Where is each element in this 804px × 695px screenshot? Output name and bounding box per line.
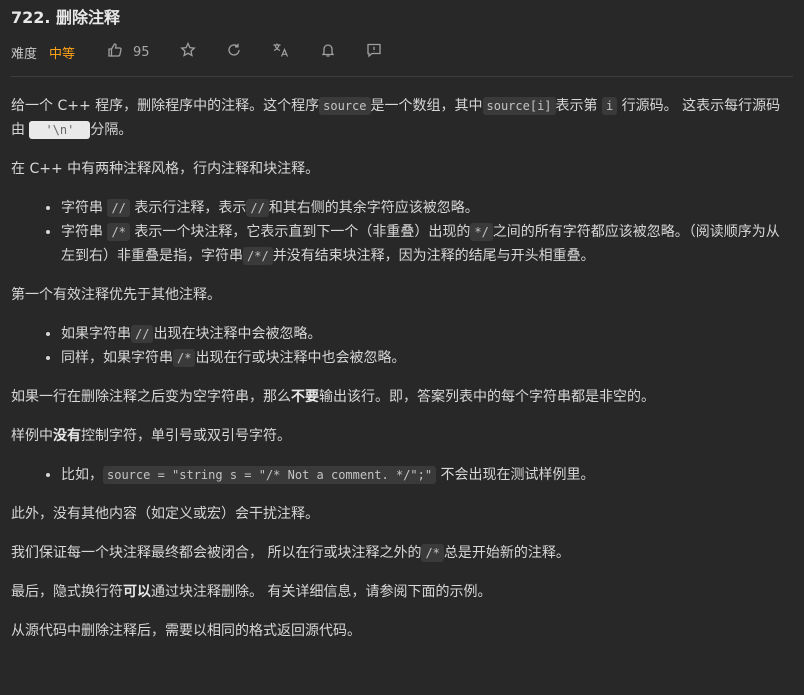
list-item: 字符串 // 表示行注释，表示//和其右侧的其余字符应该被忽略。 bbox=[61, 196, 793, 220]
list-item: 同样，如果字符串/*出现在行或块注释中也会被忽略。 bbox=[61, 346, 793, 370]
text: 给一个 C++ 程序，删除程序中的注释。这个程序 bbox=[11, 98, 320, 114]
inline-code: // bbox=[131, 325, 154, 343]
paragraph-intro: 给一个 C++ 程序，删除程序中的注释。这个程序 source 是一个数组，其中 so… bbox=[11, 94, 793, 142]
inline-code: /* bbox=[173, 349, 196, 367]
inline-code: '\n' bbox=[29, 121, 91, 139]
difficulty-label: 难度 bbox=[11, 46, 38, 62]
reset-button[interactable] bbox=[226, 42, 242, 62]
problem-page: 722. 删除注释 难度 中等 95 给一个 C++ 程序，删除程序中的注释。这… bbox=[0, 0, 804, 643]
translate-icon bbox=[272, 42, 290, 62]
difficulty-badge: 中等 bbox=[49, 46, 76, 62]
text: 同样，如果字符串 bbox=[61, 350, 173, 366]
paragraph: 如果一行在删除注释之后变为空字符串，那么不要输出该行。即，答案列表中的每个字符串… bbox=[11, 385, 793, 409]
paragraph: 样例中没有控制字符，单引号或双引号字符。 bbox=[11, 424, 793, 448]
inline-code: /* bbox=[421, 544, 444, 562]
inline-code: /* bbox=[107, 223, 130, 241]
text: 如果一行在删除注释之后变为空字符串，那么 bbox=[11, 389, 291, 405]
thumbs-up-icon bbox=[107, 42, 123, 62]
bold-text: 不要 bbox=[291, 389, 319, 405]
bold-text: 可以 bbox=[123, 584, 151, 600]
text: 样例中 bbox=[11, 428, 53, 444]
text: 比如， bbox=[61, 467, 103, 483]
text: 表示一个块注释，它表示直到下一个（非重叠）出现的 bbox=[134, 224, 471, 240]
text: 最后，隐式换行符 bbox=[11, 584, 123, 600]
text: 是一个数组，其中 bbox=[370, 98, 483, 114]
problem-description: 给一个 C++ 程序，删除程序中的注释。这个程序 source 是一个数组，其中 so… bbox=[11, 94, 793, 643]
rule-list: 如果字符串//出现在块注释中会被忽略。 同样，如果字符串/*出现在行或块注释中也… bbox=[11, 322, 793, 370]
paragraph: 此外，没有其他内容（如定义或宏）会干扰注释。 bbox=[11, 506, 319, 522]
inline-code: source bbox=[319, 97, 371, 115]
page-title: 722. 删除注释 bbox=[11, 8, 121, 27]
paragraph: 第一个有效注释优先于其他注释。 bbox=[11, 287, 221, 303]
text: 字符串 bbox=[61, 224, 103, 240]
list-item: 如果字符串//出现在块注释中会被忽略。 bbox=[61, 322, 793, 346]
list-item: 字符串 /* 表示一个块注释，它表示直到下一个（非重叠）出现的*/之间的所有字符… bbox=[61, 220, 793, 268]
text: 通过块注释删除。 有关详细信息，请参阅下面的示例。 bbox=[151, 584, 492, 600]
text: 字符串 bbox=[61, 200, 103, 216]
paragraph: 从源代码中删除注释后，需要以相同的格式返回源代码。 bbox=[11, 623, 361, 639]
translate-button[interactable] bbox=[272, 42, 290, 62]
inline-code: source = "string s = "/* Not a comment. … bbox=[103, 466, 437, 484]
text: 不会出现在测试样例里。 bbox=[436, 467, 595, 483]
divider bbox=[11, 76, 793, 77]
text: 输出该行。即，答案列表中的每个字符串都是非空的。 bbox=[319, 389, 655, 405]
refresh-icon bbox=[226, 42, 242, 62]
feedback-icon bbox=[366, 42, 382, 62]
inline-code: // bbox=[246, 199, 269, 217]
paragraph: 我们保证每一个块注释最终都会被闭合， 所以在行或块注释之外的/* 总是开始新的注释… bbox=[11, 541, 793, 565]
feedback-button[interactable] bbox=[366, 42, 382, 62]
subscribe-button[interactable] bbox=[320, 42, 336, 62]
inline-code: */ bbox=[470, 223, 493, 241]
inline-code: i bbox=[601, 97, 618, 115]
text: 分隔。 bbox=[90, 122, 133, 138]
problem-meta-bar: 难度 中等 95 bbox=[11, 38, 793, 66]
list-item: 比如，source = "string s = "/* Not a commen… bbox=[61, 463, 793, 487]
text: 控制字符，单引号或双引号字符。 bbox=[81, 428, 291, 444]
star-icon bbox=[179, 41, 196, 62]
example-list: 比如，source = "string s = "/* Not a commen… bbox=[11, 463, 793, 487]
text: 如果字符串 bbox=[61, 326, 131, 342]
text: 出现在行或块注释中也会被忽略。 bbox=[195, 350, 406, 366]
text: 和其右侧的其余字符应该被忽略。 bbox=[268, 200, 479, 216]
inline-code: source[i] bbox=[482, 97, 556, 115]
inline-code: /*/ bbox=[243, 247, 273, 265]
text: 并没有结束块注释，因为注释的结尾与开头相重叠。 bbox=[272, 248, 595, 264]
like-count: 95 bbox=[133, 44, 150, 60]
bell-icon bbox=[320, 42, 336, 62]
favorite-button[interactable] bbox=[179, 41, 196, 62]
text: 我们保证每一个块注释最终都会被闭合， 所以在行或块注释之外的 bbox=[11, 545, 422, 561]
text: 表示第 bbox=[555, 98, 598, 114]
rule-list: 字符串 // 表示行注释，表示//和其右侧的其余字符应该被忽略。 字符串 /* … bbox=[11, 196, 793, 268]
text: 出现在块注释中会被忽略。 bbox=[153, 326, 322, 342]
text: 总是开始新的注释。 bbox=[443, 545, 570, 561]
text: 表示行注释，表示 bbox=[134, 200, 247, 216]
like-button[interactable]: 95 bbox=[107, 42, 150, 62]
bold-text: 没有 bbox=[53, 428, 81, 444]
inline-code: // bbox=[107, 199, 130, 217]
paragraph: 在 C++ 中有两种注释风格，行内注释和块注释。 bbox=[11, 161, 320, 177]
paragraph: 最后，隐式换行符可以通过块注释删除。 有关详细信息，请参阅下面的示例。 bbox=[11, 580, 793, 604]
